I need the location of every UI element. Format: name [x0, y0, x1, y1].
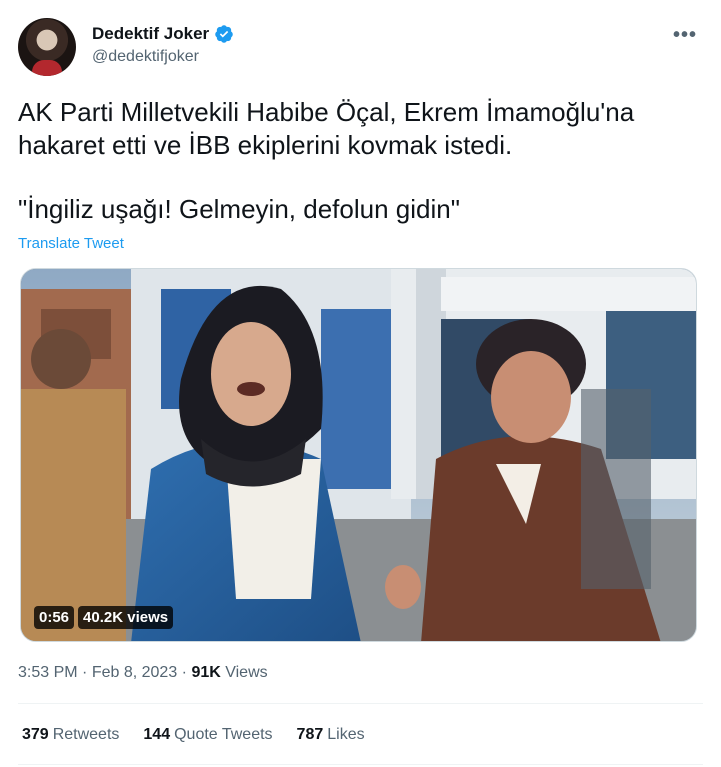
video-badges: 0:56 40.2K views [34, 606, 174, 629]
views-label: Views [220, 664, 268, 681]
retweets-label: Retweets [52, 726, 120, 743]
display-name[interactable]: Dedektif Joker [92, 24, 209, 44]
avatar[interactable] [18, 18, 76, 76]
tweet-date[interactable]: Feb 8, 2023 [92, 664, 177, 681]
tweet-text: AK Parti Milletvekili Habibe Öçal, Ekrem… [18, 96, 703, 226]
handle[interactable]: @dedektifjoker [92, 48, 199, 66]
likes-stat[interactable]: 787 Likes [297, 726, 365, 744]
meta-separator: · [177, 664, 192, 681]
tweet-header: Dedektif Joker @dedektifjoker ••• [18, 18, 703, 76]
video-thumbnail [21, 269, 696, 641]
name-row: Dedektif Joker [92, 24, 234, 44]
video-views: 40.2K views [78, 606, 174, 629]
video-player[interactable]: 0:56 40.2K views [20, 268, 697, 642]
retweets-count: 379 [22, 726, 49, 743]
tweet-text-line2: "İngiliz uşağı! Gelmeyin, defolun gidin" [18, 194, 460, 224]
tweet-text-line1: AK Parti Milletvekili Habibe Öçal, Ekrem… [18, 97, 635, 160]
more-icon[interactable]: ••• [673, 24, 697, 47]
translate-tweet-link[interactable]: Translate Tweet [18, 235, 124, 252]
retweets-stat[interactable]: 379 Retweets [22, 726, 119, 744]
video-duration: 0:56 [34, 606, 75, 629]
divider [18, 764, 703, 765]
meta-separator: · [77, 664, 92, 681]
tweet-time[interactable]: 3:53 PM [18, 664, 78, 681]
quotes-label: Quote Tweets [174, 726, 273, 743]
tweet-meta: 3:53 PM · Feb 8, 2023 · 91K Views [18, 664, 268, 682]
tweet-stats: 379 Retweets 144 Quote Tweets 787 Likes [22, 726, 365, 744]
likes-label: Likes [327, 726, 365, 743]
divider [18, 703, 703, 704]
views-count: 91K [191, 664, 221, 681]
quotes-count: 144 [143, 726, 171, 743]
quote-tweets-stat[interactable]: 144 Quote Tweets [143, 726, 272, 744]
verified-badge-icon [215, 25, 233, 43]
likes-count: 787 [296, 726, 324, 743]
